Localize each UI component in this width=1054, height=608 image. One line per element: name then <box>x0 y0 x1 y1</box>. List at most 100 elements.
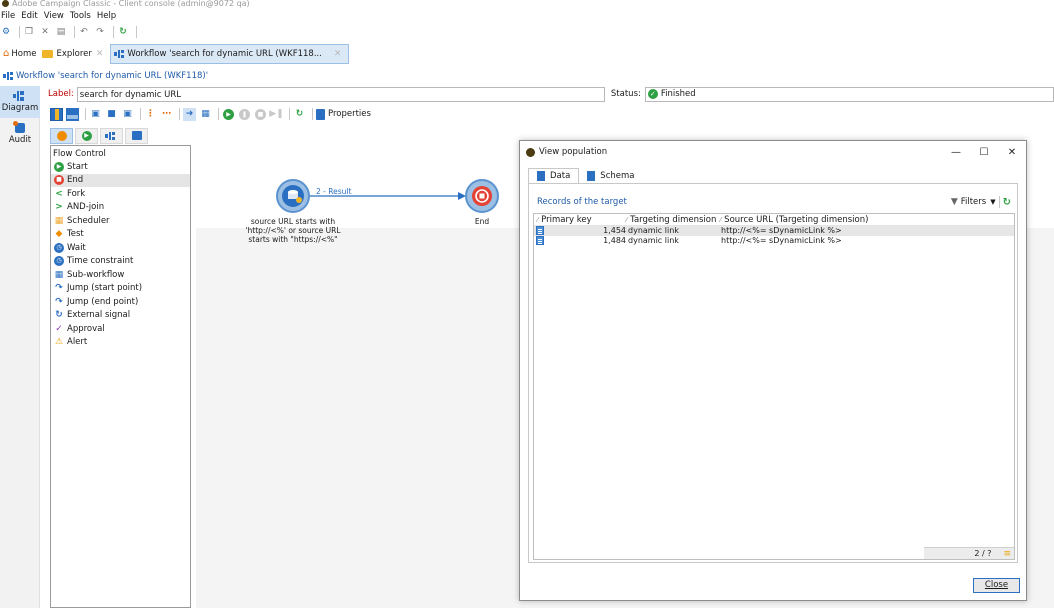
window-title: Adobe Campaign Classic - Client console … <box>12 0 250 8</box>
cell-source-url: http://<%= sDynamicLink %> <box>721 226 842 235</box>
end-activity-node[interactable] <box>465 179 499 213</box>
layout-horizontal-icon[interactable] <box>66 107 79 121</box>
tab-actions[interactable] <box>100 127 123 144</box>
palette-item-fork[interactable]: < Fork <box>51 187 190 201</box>
tab-workflow[interactable]: Workflow 'search for dynamic URL (WKF118… <box>110 43 350 64</box>
vertical-dots-icon[interactable]: ⋮ <box>144 108 157 121</box>
menu-view[interactable]: View <box>43 11 69 21</box>
wait-icon: ◷ <box>54 242 64 253</box>
events-icon <box>131 131 142 140</box>
tab-data[interactable]: Data <box>528 168 580 183</box>
pause-icon[interactable]: ❚ <box>238 108 251 121</box>
tab-explorer-label: Explorer <box>56 48 92 59</box>
filters-button[interactable]: Filters <box>961 197 986 207</box>
toolbar-separator <box>19 26 20 38</box>
palette-item-external-signal[interactable]: ↻ External signal <box>51 309 190 323</box>
toolbar-separator <box>179 108 180 120</box>
column-source-url[interactable]: ⁄ Source URL (Targeting dimension) <box>720 215 868 225</box>
chevron-down-icon[interactable]: ▼ <box>990 198 995 206</box>
tab-targeting[interactable] <box>50 127 73 144</box>
label-caption: Label: <box>48 89 74 99</box>
close-icon[interactable]: ✕ <box>334 49 342 59</box>
filter-icon[interactable]: ▼ <box>951 197 958 207</box>
palette-item-jump-start[interactable]: ↷ Jump (start point) <box>51 282 190 296</box>
close-icon[interactable]: ✕ <box>998 147 1026 158</box>
refresh-icon[interactable]: ↻ <box>1003 197 1011 208</box>
table-row[interactable]: 1,484 dynamic link http://<%= sDynamicLi… <box>534 236 1014 246</box>
cell-primary-key: 1,454 <box>603 226 626 235</box>
dialog-app-icon <box>526 147 535 157</box>
palette-item-end[interactable]: ■ End <box>51 173 190 187</box>
dialog-body: Records of the target ▼ Filters ▼ ↻ ⁄ Pri… <box>528 183 1018 563</box>
close-button[interactable]: Close <box>973 578 1020 593</box>
menu-help[interactable]: Help <box>96 11 121 21</box>
status-field: ✓ Finished <box>644 86 1054 102</box>
properties-button[interactable]: Properties <box>316 108 371 120</box>
horizontal-dots-icon[interactable]: ⋯ <box>160 108 173 121</box>
tab-home[interactable]: ⌂ Home <box>0 44 39 64</box>
sub-workflow-icon: ▦ <box>54 269 64 280</box>
column-targeting-dimension[interactable]: ⁄ Targeting dimension <box>626 215 716 225</box>
paste-icon[interactable]: ▤ <box>55 26 67 38</box>
refresh-icon[interactable]: ↻ <box>293 108 306 121</box>
zoom-reset-icon[interactable]: ■ <box>105 108 118 121</box>
palette-item-scheduler[interactable]: ▦ Scheduler <box>51 214 190 228</box>
table-row[interactable]: 1,454 dynamic link http://<%= sDynamicLi… <box>534 226 1014 236</box>
undo-icon[interactable]: ↶ <box>78 26 90 38</box>
records-grid: ⁄ Primary key ⁄ Targeting dimension ⁄ Sourc… <box>533 213 1015 560</box>
sidebar-item-audit[interactable]: Audit <box>0 118 40 150</box>
sub-workflow-toolbar-icon[interactable]: ▦ <box>199 108 212 121</box>
palette-item-sub-workflow[interactable]: ▦ Sub-workflow <box>51 268 190 282</box>
palette-item-label: Jump (start point) <box>67 283 143 294</box>
zoom-fit-icon[interactable]: ▣ <box>89 108 102 121</box>
window-title-bar: Adobe Campaign Classic - Client console … <box>0 0 1054 9</box>
palette-item-jump-end[interactable]: ↷ Jump (end point) <box>51 295 190 309</box>
sidebar-item-diagram[interactable]: Diagram <box>0 86 40 118</box>
tab-schema[interactable]: Schema <box>579 168 642 183</box>
stop-icon[interactable]: ■ <box>254 108 267 121</box>
cut-icon[interactable]: ✕ <box>39 26 51 38</box>
status-value: Finished <box>660 89 696 99</box>
palette-item-approval[interactable]: ✓ Approval <box>51 322 190 336</box>
palette-group-title: Flow Control <box>53 149 106 159</box>
palette-item-alert[interactable]: ⚠ Alert <box>51 336 190 350</box>
jump-end-icon: ↷ <box>55 296 63 307</box>
layout-vertical-icon[interactable] <box>50 107 63 121</box>
palette-tabs: ▶ <box>50 127 150 144</box>
maximize-icon[interactable]: ☐ <box>970 147 998 158</box>
tab-flow-control[interactable]: ▶ <box>75 127 98 144</box>
view-population-dialog: View population — ☐ ✕ Data Schema Record… <box>519 140 1027 601</box>
copy-icon[interactable]: ❐ <box>23 26 35 38</box>
palette-item-start[interactable]: ▶ Start <box>51 160 190 174</box>
auto-link-icon[interactable]: ➜ <box>183 107 196 121</box>
minimize-icon[interactable]: — <box>942 147 970 158</box>
flow-control-icon: ▶ <box>81 130 92 141</box>
close-icon[interactable]: ✕ <box>96 49 104 59</box>
menu-icon[interactable]: ≡ <box>1003 549 1014 559</box>
menu-tools[interactable]: Tools <box>69 11 96 21</box>
palette-item-label: Wait <box>67 242 86 253</box>
refresh-icon[interactable]: ↻ <box>117 26 129 38</box>
menu-file[interactable]: File <box>0 11 20 21</box>
tab-workflow-label: Workflow 'search for dynamic URL (WKF118… <box>127 48 322 59</box>
tab-events[interactable] <box>125 127 148 144</box>
tab-explorer[interactable]: Explorer ✕ <box>39 44 110 64</box>
palette-item-label: Sub-workflow <box>67 269 125 280</box>
palette-item-label: Scheduler <box>67 215 110 226</box>
palette-item-test[interactable]: ◆ Test <box>51 228 190 242</box>
palette-item-time-constraint[interactable]: ◷ Time constraint <box>51 255 190 269</box>
palette-item-wait[interactable]: ◷ Wait <box>51 241 190 255</box>
palette-item-and-join[interactable]: > AND-join <box>51 201 190 215</box>
zoom-select-icon[interactable]: ▣ <box>121 108 134 121</box>
properties-icon <box>316 108 325 120</box>
label-field[interactable]: search for dynamic URL <box>76 86 605 102</box>
start-icon: ▶ <box>54 161 64 172</box>
start-icon[interactable]: ▶ <box>222 108 235 121</box>
connect-icon[interactable]: ⚙ <box>0 26 12 38</box>
dialog-title: View population <box>539 147 608 157</box>
redo-icon[interactable]: ↷ <box>94 26 106 38</box>
query-activity-node[interactable] <box>276 179 310 213</box>
step-icon[interactable]: ▶❚ <box>269 108 283 121</box>
column-primary-key[interactable]: ⁄ Primary key <box>537 215 592 225</box>
menu-edit[interactable]: Edit <box>20 11 42 21</box>
